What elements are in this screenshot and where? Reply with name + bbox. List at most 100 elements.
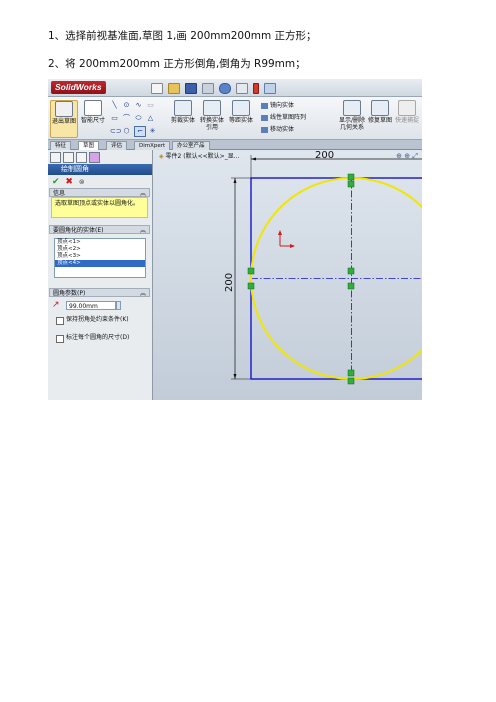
checkbox[interactable] — [56, 335, 64, 343]
select-arrow-icon[interactable] — [236, 83, 248, 94]
spline-tool-icon[interactable]: ∿ — [134, 101, 143, 109]
list-item[interactable]: 顶点<4> — [55, 260, 145, 267]
tab-office-products[interactable]: 办公室产品 — [172, 141, 210, 150]
graphics-area[interactable]: ◈ 零件2 (默认<<默认>_显... ⊕ ⊕ ⤢ 200 200 — [153, 150, 422, 400]
radius-icon: ↗ — [52, 300, 60, 310]
cancel-x-icon[interactable]: ✖ — [65, 177, 73, 187]
quick-snaps-label: 快速捕捉 — [394, 117, 419, 124]
tab-dimxpert[interactable]: DimXpert — [134, 141, 171, 150]
radius-spinner[interactable] — [116, 301, 121, 310]
command-tabs: 特征 草图 评估 DimXpert 办公室产品 — [48, 140, 422, 150]
tab-sketch[interactable]: 草图 — [78, 141, 100, 150]
command-ribbon: 退出草图 智能尺寸 ╲ ⊙ ∿ ▭ ▭ ⌒ ⬭ △ ⊂⊃ ⬡ ⌐ ✳ 剪裁实体 … — [48, 97, 422, 140]
repair-sketch-icon — [371, 100, 389, 116]
tab-features[interactable]: 特征 — [50, 141, 72, 150]
line-tool-icon[interactable]: ╲ — [110, 101, 119, 109]
display-delete-relations-button[interactable]: 显示/删除几何关系 — [338, 100, 366, 131]
solidworks-logo: SolidWorks — [51, 81, 106, 94]
sketch-fillet-tool-icon[interactable]: ⌐ — [134, 126, 146, 137]
solidworks-screenshot: SolidWorks 退出草图 智能尺寸 ╲ ⊙ ∿ ▭ ▭ ⌒ ⬭ △ ⊂⊃ … — [48, 79, 422, 400]
list-item[interactable]: 顶点<2> — [55, 246, 145, 253]
feature-manager-icon[interactable] — [50, 152, 61, 163]
sketch-canvas: 200 200 — [224, 150, 422, 385]
mirror-entities-item[interactable]: 镜向实体 — [261, 102, 294, 109]
trim-entities-label: 剪裁实体 — [170, 117, 195, 124]
entities-section-header[interactable]: 要圆角化的实体(E) ︽ — [49, 225, 150, 234]
params-section-label: 圆角参数(P) — [53, 290, 86, 297]
instruction-step-2: 2、将 200mm200mm 正方形倒角,倒角为 R99mm； — [48, 58, 306, 70]
quick-snaps-button[interactable]: 快速捕捉 — [394, 100, 420, 124]
arrowhead — [233, 374, 237, 379]
move-entities-item[interactable]: 移动实体 — [261, 126, 294, 133]
polygon-tool-icon[interactable]: ⬡ — [122, 127, 131, 135]
params-section-header[interactable]: 圆角参数(P) ︽ — [49, 288, 150, 297]
exit-sketch-button[interactable]: 退出草图 — [50, 100, 78, 138]
list-item[interactable]: 顶点<3> — [55, 253, 145, 260]
linear-pattern-icon — [261, 114, 268, 121]
coincident-relation-icon[interactable] — [347, 267, 355, 275]
ok-check-icon[interactable]: ✔ — [52, 177, 60, 187]
property-manager-icon[interactable] — [63, 152, 74, 163]
collapse-icon: ︽ — [139, 227, 146, 234]
point-tool-icon[interactable]: ✳ — [148, 127, 157, 135]
tangent-relation-icon[interactable] — [247, 267, 255, 275]
message-text: 选取草图顶点或实体以圆角化。 — [51, 197, 148, 218]
appearance-icon[interactable] — [89, 152, 100, 163]
relations-icon — [343, 100, 361, 116]
midpoint-relation-icon[interactable] — [347, 369, 355, 377]
plane-tool-icon[interactable]: △ — [146, 114, 155, 122]
circle-tool-icon[interactable]: ⊙ — [122, 101, 131, 109]
relations-label: 显示/删除几何关系 — [338, 117, 366, 131]
vertical-dimension-text[interactable]: 200 — [224, 273, 235, 292]
print-icon[interactable] — [202, 83, 214, 94]
dimension-each-fillet-option[interactable]: 标注每个圆角的尺寸(D) — [56, 334, 129, 343]
offset-entities-label: 等距实体 — [229, 117, 254, 124]
list-item[interactable]: 顶点<1> — [55, 239, 145, 246]
open-folder-icon[interactable] — [168, 83, 180, 94]
mirror-icon — [261, 102, 268, 109]
linear-pattern-label: 线性草图阵列 — [270, 114, 307, 121]
entities-list[interactable]: 顶点<1> 顶点<2> 顶点<3> 顶点<4> — [54, 238, 146, 278]
linear-pattern-item[interactable]: 线性草图阵列 — [261, 114, 306, 121]
message-section-label: 信息 — [53, 190, 66, 197]
message-section-header[interactable]: 信息 ︽ — [49, 188, 150, 197]
offset-entities-button[interactable]: 等距实体 — [229, 100, 253, 124]
slot-tool-icon[interactable]: ⊂⊃ — [110, 127, 122, 135]
trim-entities-button[interactable]: 剪裁实体 — [170, 100, 196, 124]
options-icon[interactable] — [264, 83, 276, 94]
instruction-step-1: 1、选择前视基准面,草图 1,画 200mm200mm 正方形； — [48, 30, 317, 42]
exit-sketch-label: 退出草图 — [51, 118, 76, 125]
repair-sketch-label: 修复草图 — [368, 117, 393, 124]
rebuild-icon[interactable] — [253, 83, 259, 94]
pm-actions: ✔ ✖ ⊗ — [52, 178, 85, 187]
convert-entities-button[interactable]: 转换实体引用 — [198, 100, 226, 131]
exit-sketch-icon — [55, 101, 73, 117]
text-tool-icon[interactable]: ▭ — [146, 101, 155, 109]
midpoint-relation-icon[interactable] — [347, 180, 355, 188]
arrowhead — [233, 178, 237, 183]
repair-sketch-button[interactable]: 修复草图 — [368, 100, 392, 124]
horizontal-dimension-text[interactable]: 200 — [315, 150, 334, 161]
configuration-manager-icon[interactable] — [76, 152, 87, 163]
fillet-title-label: 绘制圆角 — [61, 165, 89, 173]
convert-entities-icon — [203, 100, 221, 116]
origin-arrow — [290, 244, 295, 248]
coincident-relation-icon[interactable] — [347, 282, 355, 290]
rectangle-tool-icon[interactable]: ▭ — [110, 114, 119, 122]
undo-icon[interactable] — [219, 83, 231, 94]
title-bar: SolidWorks — [48, 79, 422, 97]
tangent-relation-icon[interactable] — [347, 173, 355, 181]
arc-tool-icon[interactable]: ⌒ — [122, 114, 131, 122]
keep-constrained-corners-option[interactable]: 保持拐角处约束条件(K) — [56, 316, 129, 325]
fillet-radius-input[interactable]: 99.00mm — [66, 301, 116, 310]
midpoint-relation-icon[interactable] — [247, 282, 255, 290]
new-document-icon[interactable] — [151, 83, 163, 94]
checkbox[interactable] — [56, 317, 64, 325]
ellipse-tool-icon[interactable]: ⬭ — [134, 114, 143, 122]
smart-dimension-label: 智能尺寸 — [81, 117, 106, 124]
tangent-relation-icon[interactable] — [347, 377, 355, 385]
pushpin-icon[interactable]: ⊗ — [79, 178, 85, 186]
smart-dimension-button[interactable]: 智能尺寸 — [81, 100, 105, 124]
save-icon[interactable] — [185, 83, 197, 94]
tab-evaluate[interactable]: 评估 — [106, 141, 128, 150]
